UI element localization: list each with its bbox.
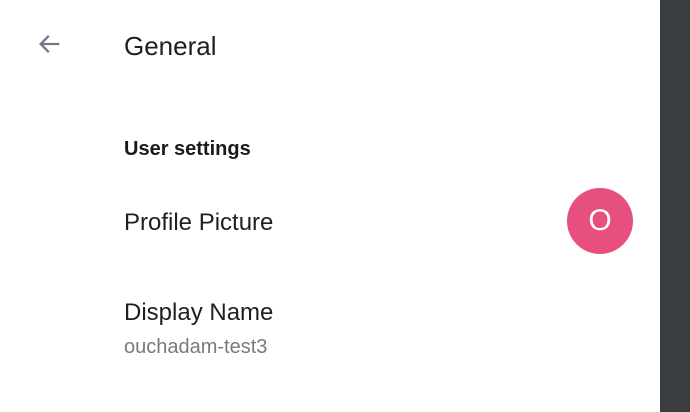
display-name-label: Display Name [124,299,274,326]
back-button[interactable] [30,26,70,66]
profile-picture-row[interactable]: Profile Picture O [0,186,660,258]
display-name-row[interactable]: Display Name ouchadam-test3 [0,290,660,370]
avatar[interactable]: O [567,188,633,254]
section-header-user-settings: User settings [124,138,251,160]
settings-panel: General User settings Profile Picture O … [0,0,660,412]
profile-picture-label: Profile Picture [124,209,274,236]
display-name-value: ouchadam-test3 [124,336,268,358]
avatar-initial: O [588,204,612,237]
arrow-left-icon [36,30,64,63]
page-title: General [124,31,217,61]
side-strip [660,0,690,412]
